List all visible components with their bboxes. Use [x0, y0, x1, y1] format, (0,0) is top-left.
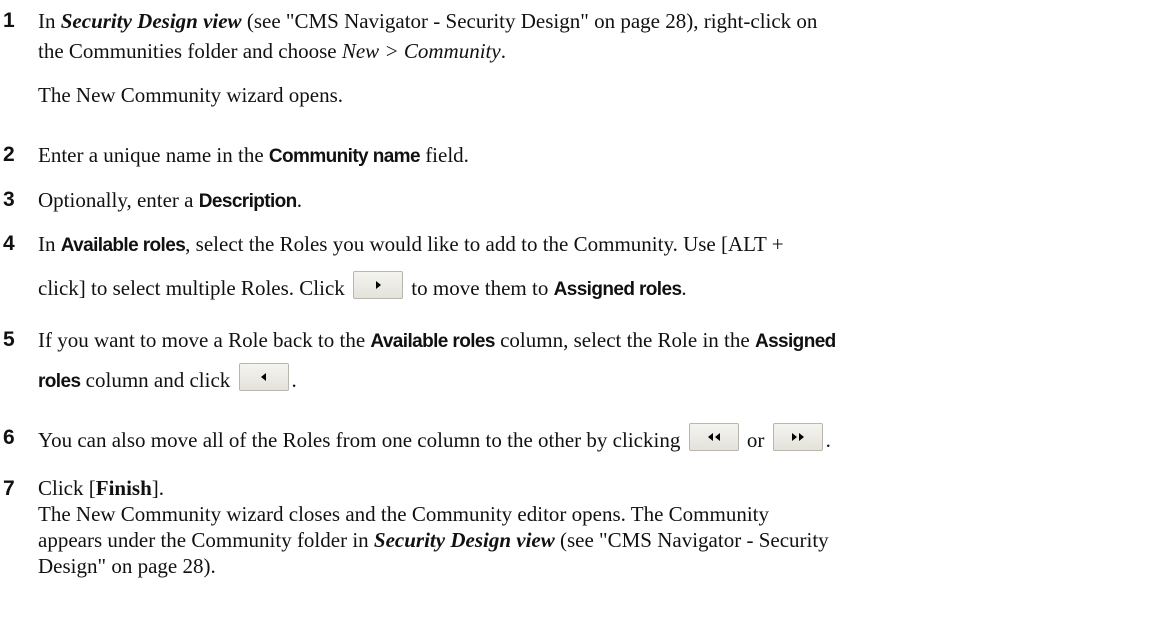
step-number: 4: [3, 232, 15, 255]
cross-reference: (see "CMS Navigator - Security Design" o…: [241, 9, 818, 33]
step-text: In Security Design view (see "CMS Naviga…: [38, 6, 1160, 110]
step-text: In Available roles, select the Roles you…: [38, 232, 784, 300]
move-left-icon: [260, 373, 266, 381]
move-all-right-icon: [791, 433, 804, 441]
field-name: roles: [38, 371, 81, 392]
step-text: You can also move all of the Roles from …: [38, 423, 1160, 455]
menu-path: New > Community: [341, 39, 501, 63]
step-number: 1: [3, 9, 15, 32]
step-note: The New Community wizard opens.: [38, 83, 344, 107]
move-right-icon: [376, 281, 382, 289]
finish-label: Finish: [95, 476, 152, 500]
field-name: Available roles: [370, 331, 495, 352]
step-text: Optionally, enter a Description.: [38, 188, 302, 212]
move-all-left-button[interactable]: [688, 423, 739, 451]
move-all-right-button[interactable]: [772, 423, 823, 451]
field-name: Assigned: [754, 331, 836, 352]
move-left-button[interactable]: [238, 363, 289, 391]
cross-reference: (see "CMS Navigator - Security: [554, 528, 829, 552]
view-name: Security Design view: [60, 9, 242, 33]
step-number: 5: [3, 328, 15, 351]
step-number: 6: [3, 426, 15, 449]
field-name: Description: [198, 191, 298, 212]
step-text: If you want to move a Role back to the A…: [38, 328, 836, 392]
step-text: Click [Finish]. The New Community wizard…: [38, 476, 829, 578]
field-name: Assigned roles: [553, 279, 682, 300]
step-text: Enter a unique name in the Community nam…: [38, 143, 469, 167]
step-number: 7: [3, 477, 15, 500]
field-name: Community name: [268, 146, 421, 167]
step-number: 2: [3, 143, 15, 166]
step-number: 3: [3, 188, 15, 211]
view-name: Security Design view: [373, 528, 555, 552]
move-all-left-icon: [707, 433, 720, 441]
field-name: Available roles: [60, 235, 186, 256]
move-right-button[interactable]: [353, 271, 404, 299]
